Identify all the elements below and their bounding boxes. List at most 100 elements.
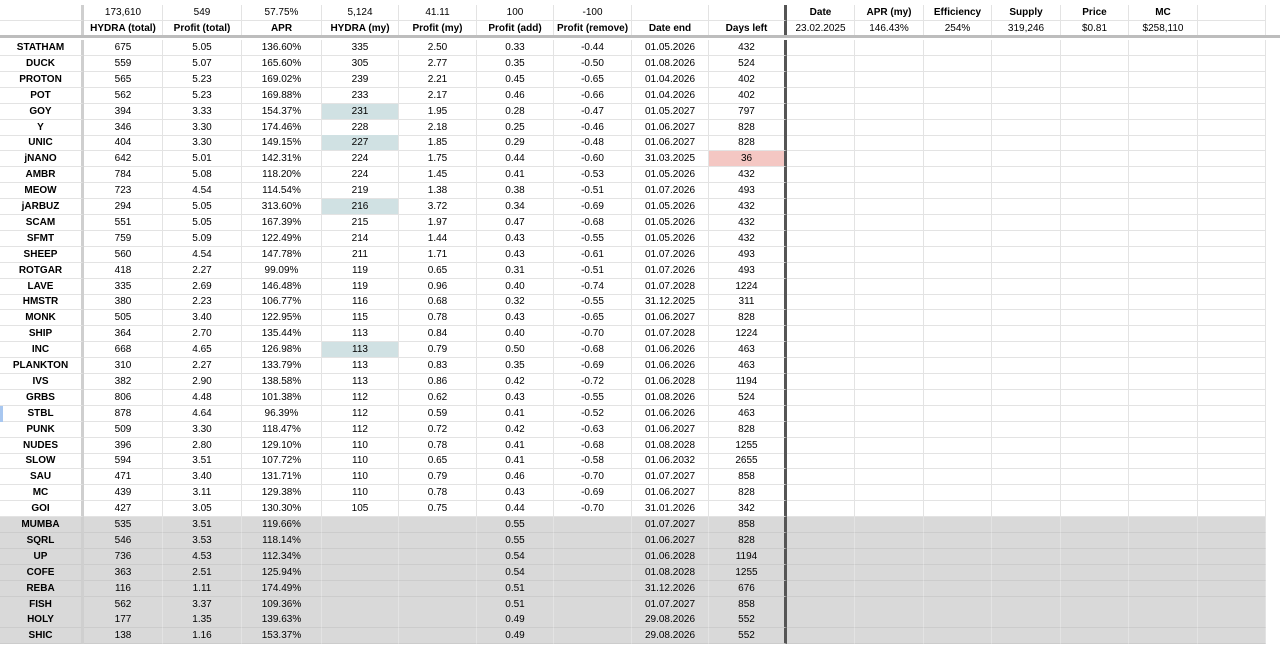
cell-profit-add[interactable]: 0.50 [477,342,554,359]
cell-blank[interactable] [992,342,1061,359]
cell-blank[interactable] [787,214,855,231]
cell-days-left[interactable]: 1224 [709,278,787,295]
cell-blank[interactable] [787,501,855,518]
summary-header-efficiency[interactable]: Efficiency [924,5,992,21]
cell-blank[interactable] [1129,453,1198,470]
cell-profit-my[interactable] [399,596,477,613]
cell-blank[interactable] [787,548,855,565]
cell-blank[interactable] [992,135,1061,152]
cell-token-name[interactable]: jNANO [0,151,84,168]
cell-blank[interactable] [924,135,992,152]
cell-token-name[interactable]: LAVE [0,278,84,295]
cell-blank[interactable] [1198,71,1266,88]
cell-blank[interactable] [1061,199,1129,215]
cell-profit-my[interactable] [399,628,477,645]
cell-apr[interactable]: 118.14% [242,532,322,549]
cell-blank[interactable] [1129,167,1198,184]
cell-blank[interactable] [992,532,1061,549]
cell-blank[interactable] [992,358,1061,374]
cell-profit-my[interactable]: 1.97 [399,214,477,231]
cell-profit-total[interactable]: 3.40 [163,469,242,486]
cell-blank[interactable] [1061,119,1129,136]
cell-blank[interactable] [1198,40,1266,56]
cell-hydra-total[interactable]: 364 [84,326,163,343]
cell-blank[interactable] [787,71,855,88]
cell-blank[interactable] [924,358,992,374]
cell-hydra-total[interactable]: 177 [84,612,163,629]
cell-hydra-total[interactable]: 642 [84,151,163,168]
cell-blank[interactable] [924,421,992,438]
cell-blank[interactable] [1129,71,1198,88]
cell-blank[interactable] [855,548,924,565]
cell-blank[interactable] [1129,326,1198,343]
cell-hydra-my[interactable]: 219 [322,183,399,200]
cell-blank[interactable] [924,437,992,454]
cell-blank[interactable] [1061,628,1129,645]
cell-hydra-my[interactable]: 119 [322,278,399,295]
cell-apr[interactable]: 169.02% [242,71,322,88]
cell-blank[interactable] [1129,389,1198,406]
cell-days-left[interactable]: 524 [709,389,787,406]
cell-blank[interactable] [787,40,855,56]
cell-hydra-total[interactable]: 594 [84,453,163,470]
cell-blank[interactable] [855,40,924,56]
cell-date-end[interactable]: 01.06.2026 [632,342,709,359]
cell-blank[interactable] [924,405,992,422]
cell-blank[interactable] [1198,230,1266,247]
cell-profit-remove[interactable] [554,517,632,533]
cell-blank[interactable] [1061,612,1129,629]
cell-profit-remove[interactable]: -0.55 [554,230,632,247]
cell-blank[interactable] [787,87,855,104]
cell-blank[interactable] [787,342,855,359]
cell-blank[interactable] [1061,564,1129,581]
cell-profit-add[interactable]: 0.43 [477,485,554,502]
cell-blank[interactable] [855,485,924,502]
cell-blank[interactable] [787,119,855,136]
cell-hydra-total[interactable]: 394 [84,103,163,120]
cell-blank[interactable] [787,612,855,629]
cell-blank[interactable] [1061,167,1129,184]
cell-profit-total[interactable]: 3.05 [163,501,242,518]
cell-hydra-my[interactable]: 110 [322,453,399,470]
cell-hydra-my[interactable] [322,628,399,645]
cell-blank[interactable] [1129,262,1198,279]
cell-profit-my[interactable]: 1.45 [399,167,477,184]
cell-blank[interactable] [992,469,1061,486]
cell-date-end[interactable]: 31.12.2025 [632,294,709,311]
cell-apr[interactable]: 131.71% [242,469,322,486]
cell-blank[interactable] [1198,278,1266,295]
cell-blank[interactable] [992,294,1061,311]
cell-hydra-total[interactable]: 565 [84,71,163,88]
cell-profit-total[interactable]: 5.08 [163,167,242,184]
cell-profit-remove[interactable]: -0.69 [554,358,632,374]
cell-apr[interactable]: 142.31% [242,151,322,168]
cell-blank[interactable] [924,183,992,200]
cell-apr[interactable]: 118.20% [242,167,322,184]
cell-apr[interactable]: 129.10% [242,437,322,454]
cell-blank[interactable] [1129,373,1198,390]
cell-hydra-total[interactable]: 736 [84,548,163,565]
cell-blank[interactable] [1061,151,1129,168]
cell-blank[interactable] [855,421,924,438]
cell-blank[interactable] [1129,485,1198,502]
cell-blank[interactable] [1198,437,1266,454]
cell-blank[interactable] [855,87,924,104]
cell-profit-add[interactable]: 0.40 [477,278,554,295]
cell-blank[interactable] [1061,501,1129,518]
cell-days-left[interactable]: 432 [709,199,787,215]
cell-apr[interactable]: 122.95% [242,310,322,327]
cell-date-end[interactable]: 01.05.2026 [632,214,709,231]
cell-blank[interactable] [1061,517,1129,533]
cell-profit-remove[interactable] [554,628,632,645]
cell-profit-add[interactable]: 0.40 [477,326,554,343]
cell-apr[interactable]: 106.77% [242,294,322,311]
cell-hydra-my[interactable]: 335 [322,40,399,56]
cell-profit-my[interactable]: 0.79 [399,469,477,486]
cell-apr[interactable]: 147.78% [242,246,322,263]
cell-profit-add[interactable]: 0.28 [477,103,554,120]
cell-profit-remove[interactable]: -0.72 [554,373,632,390]
cell-profit-total[interactable]: 5.09 [163,230,242,247]
cell-token-name[interactable]: PROTON [0,71,84,88]
cell-profit-remove[interactable]: -0.51 [554,262,632,279]
cell-hydra-total[interactable]: 759 [84,230,163,247]
